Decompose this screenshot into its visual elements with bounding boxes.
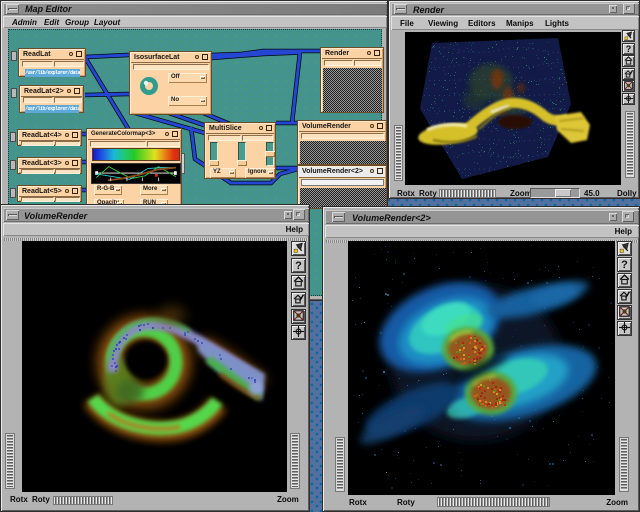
svg-text:?: ? xyxy=(626,44,632,53)
svg-text:?: ? xyxy=(621,259,628,269)
svg-text:?: ? xyxy=(295,260,302,270)
